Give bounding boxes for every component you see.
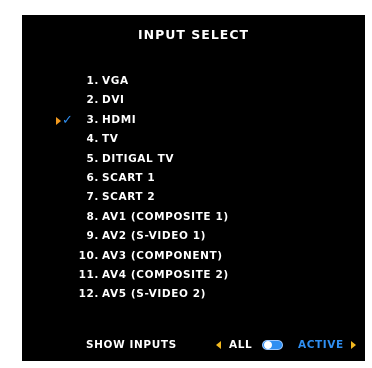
- input-label: SCART 2: [102, 191, 156, 204]
- input-item-hdmi[interactable]: ✓ 3. HDMI: [22, 111, 365, 130]
- input-number: 2.: [86, 94, 99, 107]
- input-number: 6.: [86, 171, 99, 184]
- input-number: 8.: [86, 210, 99, 223]
- checkmark-icon: ✓: [62, 112, 74, 128]
- input-number: 5.: [86, 152, 99, 165]
- input-number: 11.: [78, 268, 99, 281]
- toggle-knob: [264, 341, 272, 349]
- input-label: AV3 (COMPONENT): [102, 249, 223, 262]
- input-label: AV2 (S-VIDEO 1): [102, 230, 207, 243]
- right-arrow-icon[interactable]: [351, 341, 356, 349]
- input-item-scart-1[interactable]: 6. SCART 1: [22, 169, 365, 188]
- input-item-av2[interactable]: 9. AV2 (S-VIDEO 1): [22, 227, 365, 246]
- input-label: HDMI: [102, 113, 137, 126]
- input-number: 1.: [86, 75, 99, 87]
- input-list: 1. VGA 2. DVI ✓ 3. HDMI 4. TV 5. DITIGAL…: [22, 72, 365, 305]
- input-item-vga[interactable]: 1. VGA: [22, 72, 365, 91]
- input-label: AV1 (COMPOSITE 1): [102, 210, 229, 223]
- input-number: 3.: [86, 113, 99, 126]
- input-label: SCART 1: [102, 171, 156, 184]
- option-all[interactable]: ALL: [229, 335, 252, 355]
- input-number: 7.: [86, 191, 99, 204]
- left-arrow-icon[interactable]: [216, 341, 221, 349]
- input-label: TV: [102, 133, 119, 146]
- show-inputs-label: SHOW INPUTS: [86, 339, 177, 351]
- input-number: 12.: [78, 288, 99, 301]
- menu-title: INPUT SELECT: [137, 27, 250, 42]
- input-select-menu: INPUT SELECT 1. VGA 2. DVI ✓ 3. HDMI 4. …: [22, 15, 365, 361]
- input-item-tv[interactable]: 4. TV: [22, 130, 365, 149]
- input-item-av3[interactable]: 10. AV3 (COMPONENT): [22, 247, 365, 266]
- input-label: DITIGAL TV: [102, 152, 175, 165]
- input-label: AV5 (S-VIDEO 2): [102, 288, 207, 301]
- play-arrow-icon: [56, 116, 61, 125]
- show-inputs-row: SHOW INPUTS ALL ACTIVE: [22, 335, 365, 355]
- option-active[interactable]: ACTIVE: [298, 335, 344, 355]
- input-item-dvi[interactable]: 2. DVI: [22, 91, 365, 110]
- input-item-scart-2[interactable]: 7. SCART 2: [22, 188, 365, 207]
- input-item-av1[interactable]: 8. AV1 (COMPOSITE 1): [22, 208, 365, 227]
- input-label: DVI: [102, 94, 125, 107]
- input-number: 10.: [78, 249, 99, 262]
- input-item-av5[interactable]: 12. AV5 (S-VIDEO 2): [22, 285, 365, 304]
- input-item-digital-tv[interactable]: 5. DITIGAL TV: [22, 150, 365, 169]
- input-label: VGA: [102, 75, 129, 87]
- toggle-switch[interactable]: [262, 340, 283, 350]
- input-number: 4.: [86, 133, 99, 146]
- input-label: AV4 (COMPOSITE 2): [102, 268, 229, 281]
- input-number: 9.: [86, 230, 99, 243]
- input-item-av4[interactable]: 11. AV4 (COMPOSITE 2): [22, 266, 365, 285]
